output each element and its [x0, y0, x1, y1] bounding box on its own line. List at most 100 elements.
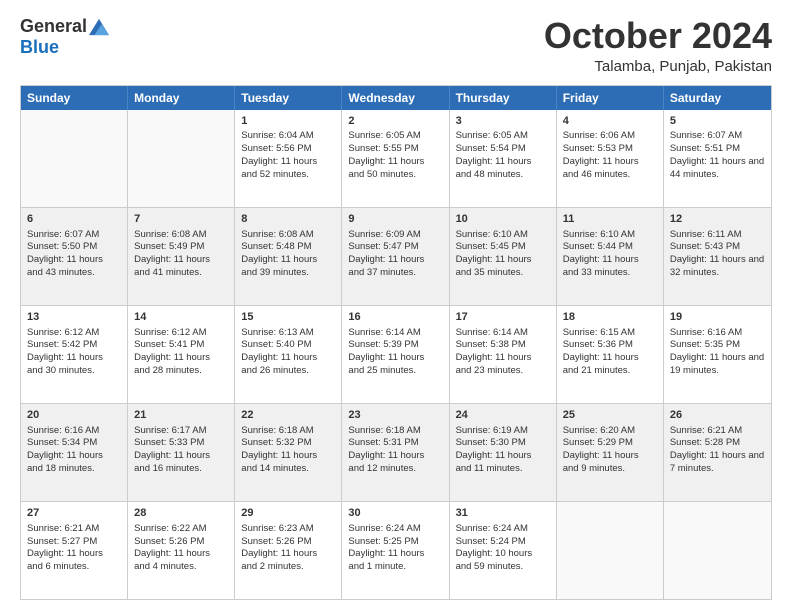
- daylight-text: Daylight: 11 hours and 41 minutes.: [134, 254, 210, 278]
- day-number: 1: [241, 114, 335, 129]
- calendar-cell-r0-c3: 2Sunrise: 6:05 AMSunset: 5:55 PMDaylight…: [342, 110, 449, 207]
- header-friday: Friday: [557, 86, 664, 110]
- sunset-text: Sunset: 5:33 PM: [134, 437, 204, 448]
- header-tuesday: Tuesday: [235, 86, 342, 110]
- sunset-text: Sunset: 5:53 PM: [563, 143, 633, 154]
- sunset-text: Sunset: 5:40 PM: [241, 339, 311, 350]
- sunrise-text: Sunrise: 6:21 AM: [670, 425, 742, 436]
- calendar-cell-r1-c0: 6Sunrise: 6:07 AMSunset: 5:50 PMDaylight…: [21, 208, 128, 305]
- daylight-text: Daylight: 11 hours and 32 minutes.: [670, 254, 764, 278]
- sunrise-text: Sunrise: 6:14 AM: [348, 327, 420, 338]
- calendar-cell-r3-c6: 26Sunrise: 6:21 AMSunset: 5:28 PMDayligh…: [664, 404, 771, 501]
- daylight-text: Daylight: 11 hours and 18 minutes.: [27, 450, 103, 474]
- calendar-cell-r4-c3: 30Sunrise: 6:24 AMSunset: 5:25 PMDayligh…: [342, 502, 449, 599]
- calendar-cell-r2-c4: 17Sunrise: 6:14 AMSunset: 5:38 PMDayligh…: [450, 306, 557, 403]
- logo-icon: [89, 18, 109, 36]
- daylight-text: Daylight: 11 hours and 11 minutes.: [456, 450, 532, 474]
- daylight-text: Daylight: 11 hours and 21 minutes.: [563, 352, 639, 376]
- sunrise-text: Sunrise: 6:23 AM: [241, 523, 313, 534]
- daylight-text: Daylight: 11 hours and 28 minutes.: [134, 352, 210, 376]
- calendar-cell-r2-c0: 13Sunrise: 6:12 AMSunset: 5:42 PMDayligh…: [21, 306, 128, 403]
- calendar-cell-r4-c4: 31Sunrise: 6:24 AMSunset: 5:24 PMDayligh…: [450, 502, 557, 599]
- sunset-text: Sunset: 5:29 PM: [563, 437, 633, 448]
- daylight-text: Daylight: 11 hours and 19 minutes.: [670, 352, 764, 376]
- sunrise-text: Sunrise: 6:20 AM: [563, 425, 635, 436]
- calendar-cell-r0-c2: 1Sunrise: 6:04 AM Sunset: 5:56 PM Daylight…: [235, 110, 342, 207]
- calendar-cell-r4-c5: [557, 502, 664, 599]
- sunset-text: Sunset: 5:26 PM: [134, 536, 204, 547]
- daylight-text: Daylight: 11 hours and 2 minutes.: [241, 548, 317, 572]
- day-number: 19: [670, 310, 765, 325]
- logo-text: General: [20, 16, 109, 37]
- calendar-cell-r4-c0: 27Sunrise: 6:21 AMSunset: 5:27 PMDayligh…: [21, 502, 128, 599]
- sunset-text: Sunset: 5:25 PM: [348, 536, 418, 547]
- page: General Blue October 2024 Talamba, Punja…: [0, 0, 792, 612]
- calendar-cell-r0-c0: [21, 110, 128, 207]
- calendar-cell-r3-c0: 20Sunrise: 6:16 AMSunset: 5:34 PMDayligh…: [21, 404, 128, 501]
- sunrise-text: Sunrise: 6:24 AM: [456, 523, 528, 534]
- sunset-text: Sunset: 5:27 PM: [27, 536, 97, 547]
- header-saturday: Saturday: [664, 86, 771, 110]
- sunrise-text: Sunrise: 6:05 AM: [348, 130, 420, 141]
- day-number: 25: [563, 408, 657, 423]
- logo-general: General: [20, 16, 87, 37]
- daylight-text: Daylight: 11 hours and 50 minutes.: [348, 156, 424, 180]
- calendar-row-1: 6Sunrise: 6:07 AMSunset: 5:50 PMDaylight…: [21, 207, 771, 305]
- sunrise-text: Sunrise: 6:19 AM: [456, 425, 528, 436]
- sunset-text: Sunset: 5:55 PM: [348, 143, 418, 154]
- sunset-text: Sunset: 5:50 PM: [27, 241, 97, 252]
- daylight-text: Daylight: 11 hours and 33 minutes.: [563, 254, 639, 278]
- day-number: 27: [27, 506, 121, 521]
- sunset-text: Sunset: 5:32 PM: [241, 437, 311, 448]
- day-number: 6: [27, 212, 121, 227]
- sunrise-text: Sunrise: 6:22 AM: [134, 523, 206, 534]
- day-number: 12: [670, 212, 765, 227]
- sunset-text: Sunset: 5:30 PM: [456, 437, 526, 448]
- sunrise-text: Sunrise: 6:08 AM: [134, 229, 206, 240]
- daylight-text: Daylight: 11 hours and 39 minutes.: [241, 254, 317, 278]
- calendar-cell-r2-c5: 18Sunrise: 6:15 AMSunset: 5:36 PMDayligh…: [557, 306, 664, 403]
- calendar-cell-r0-c1: [128, 110, 235, 207]
- calendar-cell-r4-c2: 29 Sunrise: 6:23 AM Sunset: 5:26 PMDayligh…: [235, 502, 342, 599]
- day-number: 5: [670, 114, 765, 129]
- calendar-cell-r3-c4: 24Sunrise: 6:19 AMSunset: 5:30 PMDayligh…: [450, 404, 557, 501]
- location-title: Talamba, Punjab, Pakistan: [544, 58, 772, 75]
- calendar-row-4: 27Sunrise: 6:21 AMSunset: 5:27 PMDayligh…: [21, 501, 771, 599]
- daylight-text: Daylight: 11 hours and 6 minutes.: [27, 548, 103, 572]
- sunrise-text: Sunrise: 6:13 AM: [241, 327, 313, 338]
- day-number: 22: [241, 408, 335, 423]
- daylight-text: Daylight: 11 hours and 16 minutes.: [134, 450, 210, 474]
- calendar-cell-r1-c4: 10Sunrise: 6:10 AMSunset: 5:45 PMDayligh…: [450, 208, 557, 305]
- header-sunday: Sunday: [21, 86, 128, 110]
- daylight-text: Daylight: 10 hours and 59 minutes.: [456, 548, 533, 572]
- day-number: 4: [563, 114, 657, 129]
- calendar-cell-r3-c2: 22Sunrise: 6:18 AMSunset: 5:32 PMDayligh…: [235, 404, 342, 501]
- day-number: 26: [670, 408, 765, 423]
- daylight-text: Daylight: 11 hours and 4 minutes.: [134, 548, 210, 572]
- header-monday: Monday: [128, 86, 235, 110]
- sunset-text: Sunset: 5:26 PM: [241, 536, 311, 547]
- day-number: 3: [456, 114, 550, 129]
- daylight-text: Daylight: 11 hours and 52 minutes.: [241, 156, 317, 180]
- daylight-text: Daylight: 11 hours and 30 minutes.: [27, 352, 103, 376]
- header-wednesday: Wednesday: [342, 86, 449, 110]
- day-number: 29: [241, 506, 335, 521]
- day-number: 18: [563, 310, 657, 325]
- daylight-text: Daylight: 11 hours and 12 minutes.: [348, 450, 424, 474]
- daylight-text: Daylight: 11 hours and 7 minutes.: [670, 450, 764, 474]
- calendar-cell-r2-c6: 19Sunrise: 6:16 AMSunset: 5:35 PMDayligh…: [664, 306, 771, 403]
- calendar-header: Sunday Monday Tuesday Wednesday Thursday…: [21, 86, 771, 110]
- sunrise-text: Sunrise: 6:15 AM: [563, 327, 635, 338]
- logo-blue-text: Blue: [20, 37, 59, 57]
- daylight-text: Daylight: 11 hours and 14 minutes.: [241, 450, 317, 474]
- sunset-text: Sunset: 5:56 PM: [241, 143, 311, 154]
- header: General Blue October 2024 Talamba, Punja…: [20, 16, 772, 75]
- calendar-row-0: 1Sunrise: 6:04 AM Sunset: 5:56 PM Daylight…: [21, 110, 771, 207]
- daylight-text: Daylight: 11 hours and 26 minutes.: [241, 352, 317, 376]
- sunset-text: Sunset: 5:38 PM: [456, 339, 526, 350]
- sunrise-text: Sunrise: 6:04 AM: [241, 130, 313, 141]
- sunrise-text: Sunrise: 6:05 AM: [456, 130, 528, 141]
- sunrise-text: Sunrise: 6:17 AM: [134, 425, 206, 436]
- sunset-text: Sunset: 5:45 PM: [456, 241, 526, 252]
- sunrise-text: Sunrise: 6:11 AM: [670, 229, 742, 240]
